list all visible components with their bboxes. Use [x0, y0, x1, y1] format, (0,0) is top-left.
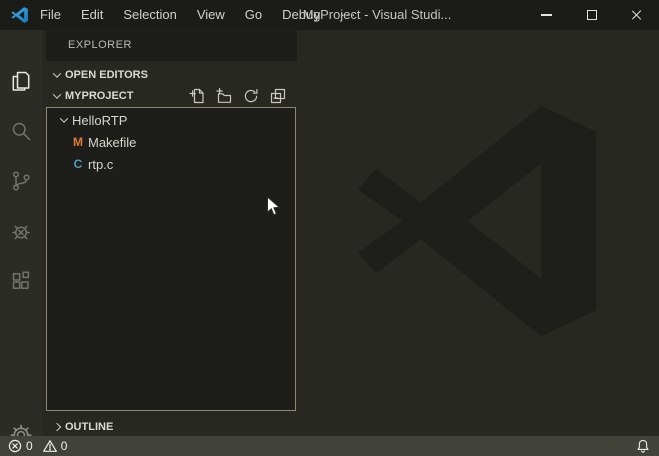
folder-label: HelloRTP: [72, 113, 127, 128]
tree-item-file[interactable]: M Makefile: [47, 131, 295, 153]
debug-icon[interactable]: [9, 219, 33, 243]
chevron-down-icon: [53, 69, 61, 77]
tree-item-file[interactable]: C rtp.c: [47, 153, 295, 175]
refresh-icon[interactable]: [243, 88, 259, 104]
window-title: MyProject - Visual Studi...: [303, 0, 452, 30]
warning-count: 0: [61, 439, 68, 453]
explorer-icon[interactable]: [9, 69, 33, 93]
status-bar: 0 0: [0, 436, 659, 456]
extensions-icon[interactable]: [9, 269, 33, 293]
minimize-button[interactable]: [524, 0, 569, 30]
new-file-icon[interactable]: [189, 88, 205, 104]
editor-area: [298, 30, 659, 436]
sidebar-title-area: EXPLORER: [46, 30, 297, 61]
makefile-file-icon: M: [70, 135, 86, 149]
new-folder-icon[interactable]: [216, 88, 232, 104]
title-bar: File Edit Selection View Go Debug ··· My…: [0, 0, 659, 30]
warnings-icon: [43, 439, 57, 453]
section-outline[interactable]: OUTLINE: [42, 417, 298, 437]
problems-indicator[interactable]: 0 0: [8, 439, 73, 453]
close-button[interactable]: [614, 0, 659, 30]
section-myproject[interactable]: MYPROJECT: [42, 86, 298, 106]
section-label: MYPROJECT: [65, 90, 133, 102]
collapse-all-icon[interactable]: [270, 88, 286, 104]
section-open-editors[interactable]: OPEN EDITORS: [42, 65, 298, 85]
section-label: OPEN EDITORS: [65, 69, 148, 81]
menu-edit[interactable]: Edit: [71, 0, 113, 30]
notifications-bell-icon[interactable]: [636, 439, 650, 453]
chevron-right-icon: [53, 423, 61, 431]
menu-go[interactable]: Go: [235, 0, 272, 30]
vscode-watermark-logo: [350, 90, 612, 352]
chevron-down-icon: [53, 90, 61, 98]
activity-bar: 1: [0, 30, 42, 436]
tree-item-folder[interactable]: HelloRTP: [47, 109, 295, 131]
sidebar-title: EXPLORER: [68, 30, 132, 61]
section-label: OUTLINE: [65, 421, 113, 433]
file-label: Makefile: [88, 135, 136, 150]
section-actions: [189, 88, 286, 104]
c-file-icon: C: [70, 157, 86, 171]
menu-selection[interactable]: Selection: [113, 0, 186, 30]
file-label: rtp.c: [88, 157, 113, 172]
minimize-icon: [541, 14, 552, 16]
error-count: 0: [26, 439, 33, 453]
source-control-icon[interactable]: [9, 169, 33, 193]
chevron-down-icon: [60, 114, 68, 122]
errors-icon: [8, 439, 22, 453]
menu-view[interactable]: View: [187, 0, 235, 30]
explorer-sidebar: EXPLORER OPEN EDITORS MYPROJECT: [42, 30, 298, 436]
maximize-button[interactable]: [569, 0, 614, 30]
close-icon: [631, 9, 643, 21]
maximize-icon: [587, 10, 597, 20]
vscode-logo-icon: [11, 6, 29, 24]
menu-file[interactable]: File: [30, 0, 71, 30]
search-icon[interactable]: [9, 119, 33, 143]
file-tree-panel: HelloRTP M Makefile C rtp.c: [46, 107, 296, 411]
window-controls: [524, 0, 659, 30]
